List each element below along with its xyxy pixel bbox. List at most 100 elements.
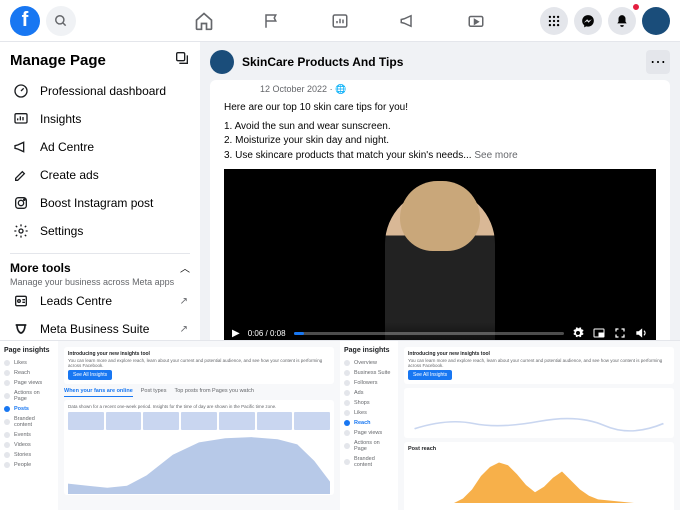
post-card: 12 October 2022 · 🌐 Here are our top 10 … <box>210 80 670 340</box>
top-bar: f <box>0 0 680 42</box>
thumb-nav-item[interactable]: Followers <box>344 378 394 388</box>
thumb-nav-item[interactable]: Actions on Page <box>344 438 394 454</box>
megaphone-icon <box>399 12 417 30</box>
notifications-button[interactable] <box>608 7 636 35</box>
thumb-nav-item[interactable]: Posts <box>4 404 54 414</box>
insights-banner: Introducing your new insights tool You c… <box>64 347 334 384</box>
dashboard-icon <box>12 82 30 100</box>
thumb-nav-item[interactable]: Stories <box>4 450 54 460</box>
thumbnails-row: Page insights LikesReachPage viewsAction… <box>0 340 680 510</box>
page-avatar[interactable] <box>210 50 234 74</box>
sidebar-title: Manage Page <box>10 52 106 69</box>
thumb-nav-item[interactable]: Business Suite <box>344 368 394 378</box>
sidebar-item-createads[interactable]: Create ads <box>10 161 190 189</box>
more-tools-sub: Manage your business across Meta apps <box>10 277 190 287</box>
thumb-nav-item[interactable]: Shops <box>344 398 394 408</box>
search-icon <box>54 14 68 28</box>
fullscreen-button[interactable] <box>614 327 626 339</box>
video-player[interactable]: ▶ 0:06 / 0:08 <box>224 169 656 340</box>
volume-button[interactable] <box>634 326 648 340</box>
post-date: 12 October 2022 · 🌐 <box>260 84 656 95</box>
post-reach-chart: Post reach <box>404 442 674 510</box>
thumb-nav-item[interactable]: Branded content <box>4 414 54 430</box>
post-line: 3. Use skincare products that match your… <box>224 150 474 161</box>
more-tools-title: More tools <box>10 261 71 275</box>
thumb-nav-item[interactable]: People <box>4 460 54 470</box>
sidebar-item-mbs[interactable]: Meta Business Suite ↗ <box>10 315 190 340</box>
thumbnail-insights-posts[interactable]: Page insights LikesReachPage viewsAction… <box>0 340 340 510</box>
messenger-icon <box>581 14 595 28</box>
thumb-tab[interactable]: Post types <box>141 388 167 397</box>
sidebar-item-adcentre[interactable]: Ad Centre <box>10 133 190 161</box>
home-tab[interactable] <box>190 7 218 35</box>
thumb-nav-item[interactable]: Likes <box>344 408 394 418</box>
page-switch-icon[interactable] <box>174 50 190 71</box>
thumb-tabs: When your fans are online Post types Top p… <box>64 388 334 397</box>
mbs-icon <box>12 320 30 338</box>
search-button[interactable] <box>46 6 76 36</box>
thumb-nav-item[interactable]: Actions on Page <box>4 388 54 404</box>
thumb-nav-item[interactable]: Videos <box>4 440 54 450</box>
sidebar-item-boost[interactable]: Boost Instagram post <box>10 189 190 217</box>
account-button[interactable] <box>642 7 670 35</box>
thumb-nav-item[interactable]: Overview <box>344 358 394 368</box>
messenger-button[interactable] <box>574 7 602 35</box>
thumb-nav-item[interactable]: Events <box>4 430 54 440</box>
sidebar: Manage Page Professional dashboard Insig… <box>0 42 200 340</box>
thumb-nav-item[interactable]: Likes <box>4 358 54 368</box>
page-more-button[interactable]: ⋯ <box>646 50 670 74</box>
see-insights-button[interactable]: See All Insights <box>68 370 112 380</box>
settings-button[interactable] <box>572 327 584 339</box>
thumb-nav-item[interactable]: Page views <box>4 378 54 388</box>
page-header: SkinCare Products And Tips ⋯ <box>210 50 670 74</box>
sidebar-label: Meta Business Suite <box>40 322 149 336</box>
see-more-link[interactable]: See more <box>474 150 517 161</box>
sidebar-label: Leads Centre <box>40 294 112 308</box>
pages-tab[interactable] <box>258 7 286 35</box>
fans-online-chart: Data shown for a recent one-week period.… <box>64 400 334 495</box>
sidebar-label: Create ads <box>40 168 99 182</box>
watch-tab[interactable] <box>462 7 490 35</box>
volume-icon <box>634 326 648 340</box>
sidebar-item-dashboard[interactable]: Professional dashboard <box>10 77 190 105</box>
sidebar-label: Ad Centre <box>40 140 94 154</box>
thumb-nav-item[interactable]: Reach <box>344 418 394 428</box>
reach-summary-chart <box>404 388 674 438</box>
sidebar-label: Boost Instagram post <box>40 196 153 210</box>
thumb-nav-item[interactable]: Reach <box>4 368 54 378</box>
sidebar-item-leads[interactable]: Leads Centre ↗ <box>10 287 190 315</box>
chevron-up-icon[interactable]: ︿ <box>180 260 190 275</box>
insights-banner: Introducing your new insights tool You c… <box>404 347 674 384</box>
thumb-tab[interactable]: Top posts from Pages you watch <box>174 388 253 397</box>
see-insights-button[interactable]: See All Insights <box>408 370 452 380</box>
thumb-title: Page insights <box>4 347 54 354</box>
play-button[interactable]: ▶ <box>232 328 240 339</box>
thumb-nav-item[interactable]: Ads <box>344 388 394 398</box>
sidebar-label: Settings <box>40 224 83 238</box>
sidebar-item-insights[interactable]: Insights <box>10 105 190 133</box>
thumb-nav-item[interactable]: Branded content <box>344 454 394 470</box>
post-line: 2. Moisturize your skin day and night. <box>224 134 656 149</box>
thumb-tab[interactable]: When your fans are online <box>64 388 133 397</box>
thumbnail-insights-reach[interactable]: Page insights OverviewBusiness SuiteFoll… <box>340 340 680 510</box>
ad-center-tab[interactable] <box>326 7 354 35</box>
globe-icon: 🌐 <box>335 84 346 94</box>
facebook-logo[interactable]: f <box>10 6 40 36</box>
bell-icon <box>615 14 629 28</box>
menu-button[interactable] <box>540 7 568 35</box>
grid-icon <box>547 14 561 28</box>
external-icon: ↗ <box>180 296 188 307</box>
thumb-nav-item[interactable]: Page views <box>344 428 394 438</box>
page-name[interactable]: SkinCare Products And Tips <box>242 55 403 69</box>
pip-icon <box>592 327 606 339</box>
sidebar-label: Professional dashboard <box>40 84 166 98</box>
video-progress[interactable] <box>294 332 564 335</box>
video-controls: ▶ 0:06 / 0:08 <box>224 322 656 340</box>
flag-icon <box>263 12 281 30</box>
pip-button[interactable] <box>592 327 606 339</box>
post-line: 1. Avoid the sun and wear sunscreen. <box>224 120 656 135</box>
marketing-tab[interactable] <box>394 7 422 35</box>
sidebar-item-settings[interactable]: Settings <box>10 217 190 245</box>
video-icon <box>466 12 486 30</box>
content-area: SkinCare Products And Tips ⋯ 12 October … <box>200 42 680 340</box>
